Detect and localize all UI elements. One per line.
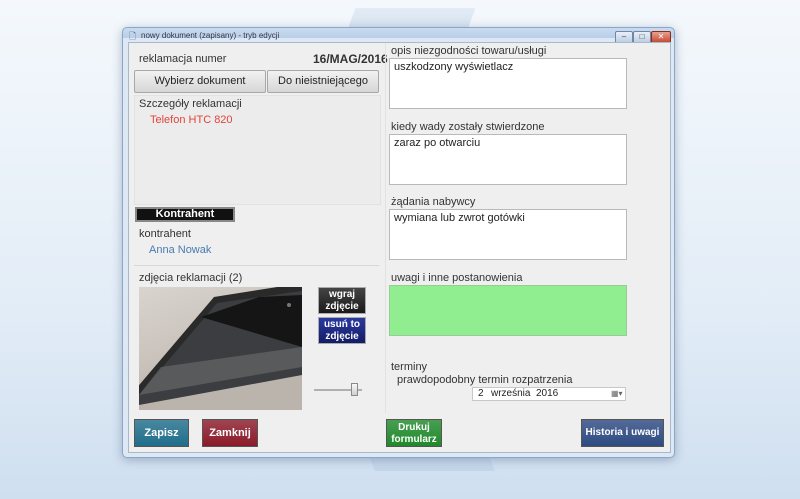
notes-field[interactable]: [389, 285, 627, 336]
save-button[interactable]: Zapisz: [134, 419, 189, 447]
details-header: Szczegóły reklamacji: [139, 98, 242, 110]
buyer-demands-label: żądania nabywcy: [391, 196, 476, 208]
upload-photo-button[interactable]: wgraj zdjęcie: [318, 287, 366, 314]
print-form-button[interactable]: Drukuj formularz: [386, 419, 442, 447]
select-subject-document-button[interactable]: Wybierz dokument subiekta: [134, 70, 266, 107]
nonexisting-document-button[interactable]: Do nieistniejącego: [267, 70, 379, 93]
complaint-number-label: reklamacja numer: [139, 53, 227, 65]
complaint-number-value: 16/MAG/2016: [313, 52, 388, 66]
deadline-date-picker[interactable]: 2 września 2016 ▦▾: [472, 387, 626, 401]
contractor-label: kontrahent: [139, 228, 191, 240]
deadlines-label: terminy: [391, 361, 428, 373]
date-day[interactable]: 2: [478, 388, 484, 400]
complaint-details-panel: Szczegóły reklamacji Telefon HTC 820: [134, 95, 381, 205]
photos-header: zdjęcia reklamacji (2): [139, 272, 243, 284]
deadline-label: prawdopodobny termin rozpatrzenia: [397, 374, 573, 386]
document-icon: 🗋: [129, 31, 137, 41]
defects-found-label: kiedy wady zostały stwierdzone: [391, 121, 545, 133]
contractor-name: Anna Nowak: [149, 244, 212, 256]
window-content: reklamacja numer 16/MAG/2016 Wybierz dok…: [128, 42, 671, 453]
date-year[interactable]: 2016: [536, 388, 558, 400]
window-title: nowy dokument (zapisany) - tryb edycji: [141, 31, 280, 40]
delete-photo-button[interactable]: usuń to zdjęcie: [318, 317, 366, 344]
column-divider: [385, 43, 386, 413]
history-notes-button[interactable]: Historia i uwagi: [581, 419, 664, 447]
defects-found-field[interactable]: zaraz po otwarciu: [389, 134, 627, 185]
defect-description-label: opis niezgodności towaru/usługi: [391, 45, 547, 57]
buyer-demands-field[interactable]: wymiana lub zwrot gotówki: [389, 209, 627, 260]
slider-thumb[interactable]: [351, 383, 358, 396]
complaint-photo[interactable]: [139, 287, 302, 410]
divider: [134, 265, 379, 266]
date-month[interactable]: września: [491, 388, 530, 400]
notes-label: uwagi i inne postanowienia: [391, 272, 523, 284]
contractor-button[interactable]: Kontrahent: [135, 207, 235, 222]
close-button[interactable]: Zamknij: [202, 419, 258, 447]
defect-description-field[interactable]: uszkodzony wyświetlacz: [389, 58, 627, 109]
photo-zoom-slider[interactable]: [314, 383, 362, 397]
phone-photo-image: [139, 287, 302, 410]
product-name: Telefon HTC 820: [150, 114, 233, 126]
complaint-window: 🗋 nowy dokument (zapisany) - tryb edycji…: [122, 27, 675, 458]
calendar-dropdown-icon[interactable]: ▦▾: [611, 388, 623, 400]
